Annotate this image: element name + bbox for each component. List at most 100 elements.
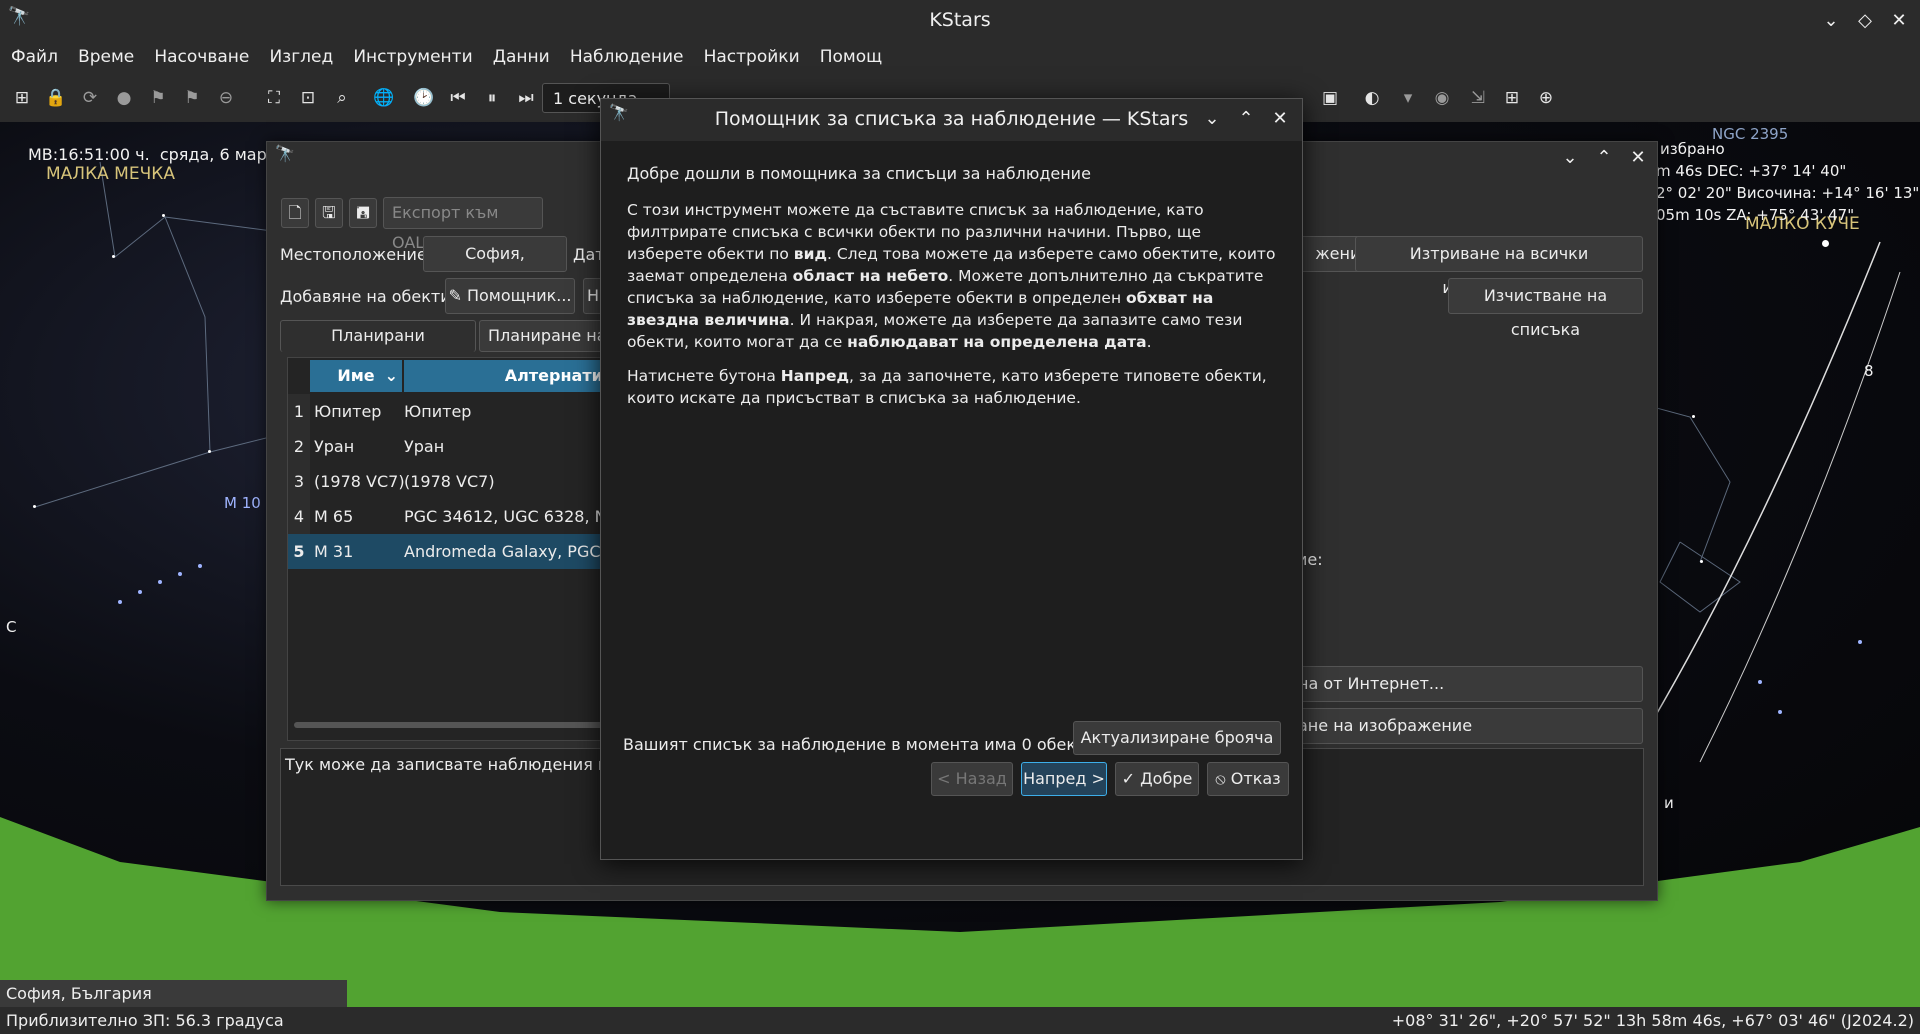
- menu-time[interactable]: Време: [78, 47, 134, 67]
- selected-object-info-1: избрано: [1660, 140, 1725, 158]
- update-count-button[interactable]: Актуализиране брояча: [1073, 721, 1281, 755]
- view-image-button[interactable]: ане на изображение: [1287, 708, 1643, 744]
- search-icon[interactable]: ⌕: [330, 86, 354, 110]
- wizard-button[interactable]: ✎ Помощник...: [445, 278, 575, 314]
- status-coordinates: +08° 31' 26", +20° 57' 52" 13h 58m 46s, …: [1391, 1011, 1914, 1030]
- constellation-ursa-minor-label: МАЛКА МЕЧКА: [46, 164, 175, 184]
- menu-data[interactable]: Данни: [493, 47, 550, 67]
- table-row[interactable]: 4M 65 PGC 34612, UGC 6328, NG: [288, 499, 628, 534]
- circle-minus-icon[interactable]: ⊖: [214, 86, 238, 110]
- table-row[interactable]: 3 (1978 VC7) (1978 VC7): [288, 464, 628, 499]
- header-name[interactable]: Име ⌄: [310, 360, 402, 392]
- menu-view[interactable]: Изглед: [269, 47, 333, 67]
- pause-icon[interactable]: ⏸: [480, 86, 504, 110]
- wizard-title: Помощник за списъка за наблюдение — KSta…: [714, 108, 1189, 130]
- maximize-button[interactable]: ◇: [1852, 8, 1878, 34]
- direction-label: С: [6, 618, 17, 636]
- row-number: 2: [288, 429, 310, 464]
- wizard-button-label: Помощник...: [466, 286, 572, 305]
- wizard-maximize-button[interactable]: ⌃: [1233, 106, 1259, 132]
- zoom-fit-icon[interactable]: ⛶: [262, 86, 286, 110]
- open-file-button[interactable]: 🗋: [281, 198, 309, 228]
- add-objects-label: Добавяне на обекти:: [280, 287, 457, 306]
- table-row-selected[interactable]: 5M 31 Andromeda Galaxy, PGC 2: [288, 534, 628, 569]
- tab-planned[interactable]: Планирани наблюдения: [280, 320, 476, 375]
- row-name: M 31: [314, 542, 354, 561]
- export-oal-button[interactable]: Експорт към OAL...: [383, 197, 543, 252]
- intro-bold-type: вид: [793, 245, 827, 263]
- planner-close-button[interactable]: ✕: [1625, 145, 1651, 171]
- flag-add-icon[interactable]: ⚑: [180, 86, 204, 110]
- clear-list-button[interactable]: Изчистване на списъка: [1448, 278, 1643, 339]
- table-row[interactable]: 2 Уран Уран: [288, 429, 628, 464]
- wizard-body: Добре дошли в помощника за списъци за на…: [601, 141, 1302, 859]
- location-button[interactable]: София, България: [423, 236, 567, 297]
- observing-icon[interactable]: ◐: [1360, 86, 1384, 110]
- messier-label: M 10: [224, 494, 261, 512]
- wizard-next-paragraph: Натиснете бутона Напред, за да започнете…: [627, 365, 1277, 409]
- save-as-button[interactable]: 🖪: [349, 198, 377, 228]
- tab-planning[interactable]: Планиране на: [479, 320, 609, 352]
- wizard-close-button[interactable]: ✕: [1267, 106, 1293, 132]
- ok-button[interactable]: ✓ Добре: [1115, 762, 1199, 796]
- skip-back-icon[interactable]: ⏮: [446, 86, 470, 110]
- planner-maximize-button[interactable]: ⌃: [1591, 145, 1617, 171]
- save-button[interactable]: 🖫: [315, 198, 343, 228]
- telescope-control-icon[interactable]: ⊞: [10, 86, 34, 110]
- minimize-button[interactable]: ⌄: [1818, 8, 1844, 34]
- horizontal-scrollbar[interactable]: [294, 722, 614, 728]
- title-bar: 🔭 KStars ⌄ ◇ ✕: [0, 0, 1920, 42]
- globe-icon[interactable]: 🌐: [372, 86, 396, 110]
- row-alt: Юпитер: [404, 402, 472, 421]
- clock-icon[interactable]: 🕑: [412, 86, 436, 110]
- eye-icon[interactable]: ◉: [1430, 86, 1454, 110]
- selected-object-info-3: 2° 02' 20" Височина: +14° 16' 13": [1656, 184, 1920, 202]
- menu-file[interactable]: Файл: [11, 47, 58, 67]
- menu-help[interactable]: Помощ: [820, 47, 882, 67]
- slew-icon[interactable]: ⟳: [78, 86, 102, 110]
- wizard-title-bar: 🔭 Помощник за списъка за наблюдение — KS…: [601, 99, 1302, 141]
- skip-forward-icon[interactable]: ⏭: [514, 86, 538, 110]
- star-number-label: 8: [1864, 362, 1874, 380]
- row-name: Юпитер: [314, 402, 382, 421]
- wizard-heading: Добре дошли в помощника за списъци за на…: [627, 164, 1091, 183]
- intro-bold-region: област на небето: [792, 267, 949, 285]
- table-row[interactable]: 1 Юпитер Юпитер: [288, 394, 628, 429]
- export-icon[interactable]: ⇲: [1466, 86, 1490, 110]
- menu-tools[interactable]: Инструменти: [353, 47, 472, 67]
- menu-pointing[interactable]: Насочване: [154, 47, 249, 67]
- row-number: 3: [288, 464, 310, 499]
- row-name: Уран: [314, 437, 355, 456]
- status-fov: Приблизително ЗП: 56.3 градуса: [6, 1011, 284, 1030]
- filter-icon[interactable]: ▾: [1396, 86, 1420, 110]
- next-bold: Напред: [780, 367, 850, 385]
- delete-all-images-button[interactable]: Изтриване на всички изображения: [1355, 236, 1643, 297]
- header-alternative[interactable]: Алтернативн: [404, 360, 628, 392]
- fov-icon[interactable]: ⊞: [1500, 86, 1524, 110]
- time-info: МВ:16:51:00 ч. сряда, 6 март: [28, 145, 276, 164]
- date-info: сряда, 6 март: [159, 145, 277, 164]
- wizard-minimize-button[interactable]: ⌄: [1199, 106, 1225, 132]
- wishlist-wizard-dialog: 🔭 Помощник за списъка за наблюдение — KS…: [600, 98, 1303, 860]
- crosshair-icon[interactable]: ⊕: [1534, 86, 1558, 110]
- menu-settings[interactable]: Настройки: [704, 47, 800, 67]
- next-button[interactable]: Напред >: [1021, 762, 1107, 796]
- lock-icon[interactable]: 🔒: [44, 86, 68, 110]
- menu-observation[interactable]: Наблюдение: [570, 47, 684, 67]
- flag-icon[interactable]: ⚑: [146, 86, 170, 110]
- object-count-text: Вашият списък за наблюдение в момента им…: [623, 735, 1101, 754]
- row-number: 4: [288, 499, 310, 534]
- internet-image-button[interactable]: на от Интернет...: [1287, 666, 1643, 702]
- notes-text: Тук може да записвате наблюдения и/ил: [285, 755, 635, 774]
- back-button[interactable]: < Назад: [931, 762, 1013, 796]
- selected-object-info-4: 05m 10s ZA: +75° 43' 47": [1656, 206, 1855, 224]
- save-icon[interactable]: ▣: [1318, 86, 1342, 110]
- row-number: 1: [288, 394, 310, 429]
- record-icon[interactable]: ●: [112, 86, 136, 110]
- planner-minimize-button[interactable]: ⌄: [1557, 145, 1583, 171]
- close-button[interactable]: ✕: [1886, 8, 1912, 34]
- cancel-button[interactable]: ⦸ Отказ: [1207, 762, 1289, 796]
- zoom-area-icon[interactable]: ⊡: [296, 86, 320, 110]
- row-name: (1978 VC7): [314, 472, 405, 491]
- status-location: София, България: [0, 980, 347, 1007]
